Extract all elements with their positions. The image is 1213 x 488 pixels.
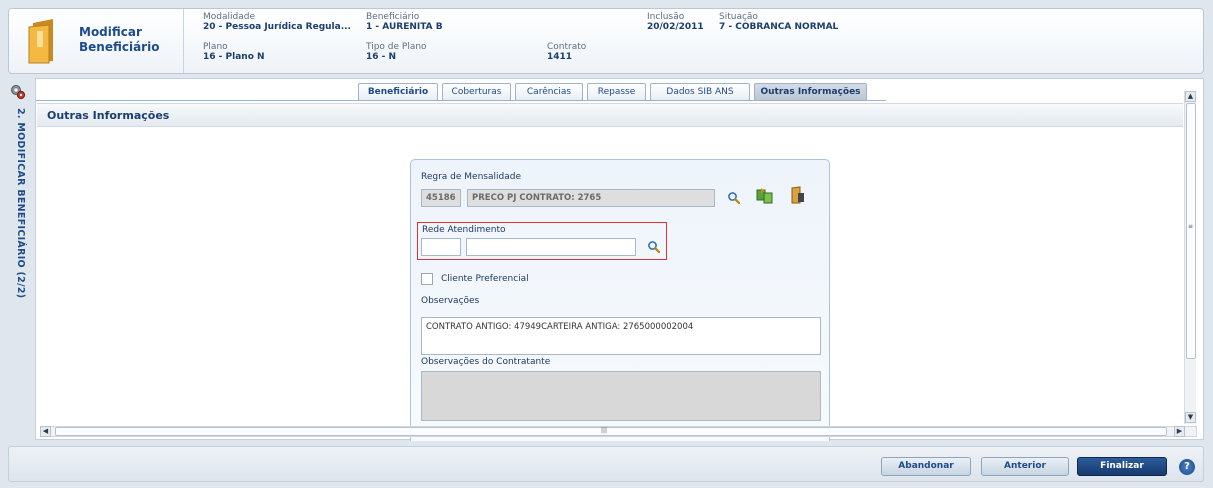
scroll-left-arrow-icon[interactable]: ◀ <box>40 426 51 437</box>
tab-outras-informacoes[interactable]: Outras Informações <box>754 83 867 101</box>
rede-desc-input[interactable] <box>466 238 636 256</box>
observacoes-label: Observações <box>421 296 480 306</box>
scroll-up-arrow-icon[interactable]: ▲ <box>1185 91 1196 102</box>
inclusao-value: 20/02/2011 <box>647 22 704 32</box>
page-title: Modificar Beneficiário <box>79 25 160 54</box>
tab-beneficiario[interactable]: Beneficiário <box>358 83 438 101</box>
footer-bar: Abandonar Anterior Finalizar ? <box>8 446 1204 482</box>
grip-icon: ≡ <box>1188 223 1194 230</box>
observacoes-contratante-label: Observações do Contratante <box>421 357 551 367</box>
rede-label: Rede Atendimento <box>422 225 506 235</box>
rede-atendimento-group: Rede Atendimento <box>417 222 667 260</box>
observacoes-contratante-textarea <box>421 371 821 421</box>
step-label: 2. MODIFICAR BENEFICIÁRIO (2/2) <box>15 108 26 299</box>
plano-value: 16 - Plano N <box>203 52 265 62</box>
header-divider <box>183 9 184 73</box>
exchange-icon[interactable] <box>755 186 775 209</box>
situacao-value: 7 - COBRANCA NORMAL <box>719 22 839 32</box>
tab-coberturas[interactable]: Coberturas <box>442 83 511 101</box>
section-header: Outras Informações <box>37 103 1183 127</box>
help-icon[interactable]: ? <box>1179 459 1195 475</box>
observacoes-textarea[interactable]: CONTRATO ANTIGO: 47949CARTEIRA ANTIGA: 2… <box>421 317 821 355</box>
vertical-scrollbar[interactable]: ▲ ≡ ▼ <box>1184 91 1196 424</box>
beneficiario-value: 1 - AURENITA B <box>366 22 443 32</box>
step-rail: 2. MODIFICAR BENEFICIÁRIO (2/2) <box>8 80 34 440</box>
tab-repasse[interactable]: Repasse <box>587 83 646 101</box>
app-window: Modificar Beneficiário Modalidade 20 - P… <box>0 0 1213 488</box>
abandonar-button[interactable]: Abandonar <box>881 457 971 476</box>
cliente-preferencial-label: Cliente Preferencial <box>441 274 529 284</box>
header-panel: Modificar Beneficiário Modalidade 20 - P… <box>8 8 1204 74</box>
rede-code-input[interactable] <box>421 238 461 256</box>
regra-desc-field: PRECO PJ CONTRATO: 2765 <box>467 189 715 207</box>
document-icon[interactable] <box>787 185 807 208</box>
contrato-value: 1411 <box>547 52 573 62</box>
section-title: Outras Informações <box>47 109 170 122</box>
horizontal-scrollbar[interactable]: ◀ ||| ▶ <box>40 426 1197 437</box>
modalidade-value: 20 - Pessoa Jurídica Regula... <box>203 22 351 32</box>
hgrip-icon: ||| <box>601 427 608 434</box>
main-panel: Beneficiário Coberturas Carências Repass… <box>35 78 1204 441</box>
regra-code-field: 45186 <box>421 189 461 207</box>
rede-search-icon[interactable] <box>647 240 661 257</box>
gears-icon[interactable] <box>10 84 26 103</box>
tipo-plano-value: 16 - N <box>366 52 397 62</box>
cliente-preferencial-checkbox[interactable] <box>421 273 433 285</box>
tab-dados-sib-ans[interactable]: Dados SIB ANS <box>650 83 750 101</box>
regra-label: Regra de Mensalidade <box>421 172 521 182</box>
anterior-button[interactable]: Anterior <box>981 457 1069 476</box>
folder-icon <box>23 17 63 65</box>
scroll-right-arrow-icon[interactable]: ▶ <box>1174 426 1185 437</box>
search-icon[interactable] <box>727 191 741 208</box>
vertical-scroll-thumb[interactable] <box>1186 103 1196 359</box>
tab-carencias[interactable]: Carências <box>515 83 583 101</box>
form-card: Regra de Mensalidade 45186 PRECO PJ CONT… <box>410 159 830 441</box>
scroll-down-arrow-icon[interactable]: ▼ <box>1185 412 1196 423</box>
finalizar-button[interactable]: Finalizar <box>1077 457 1167 476</box>
horizontal-scroll-thumb[interactable] <box>55 427 1167 436</box>
